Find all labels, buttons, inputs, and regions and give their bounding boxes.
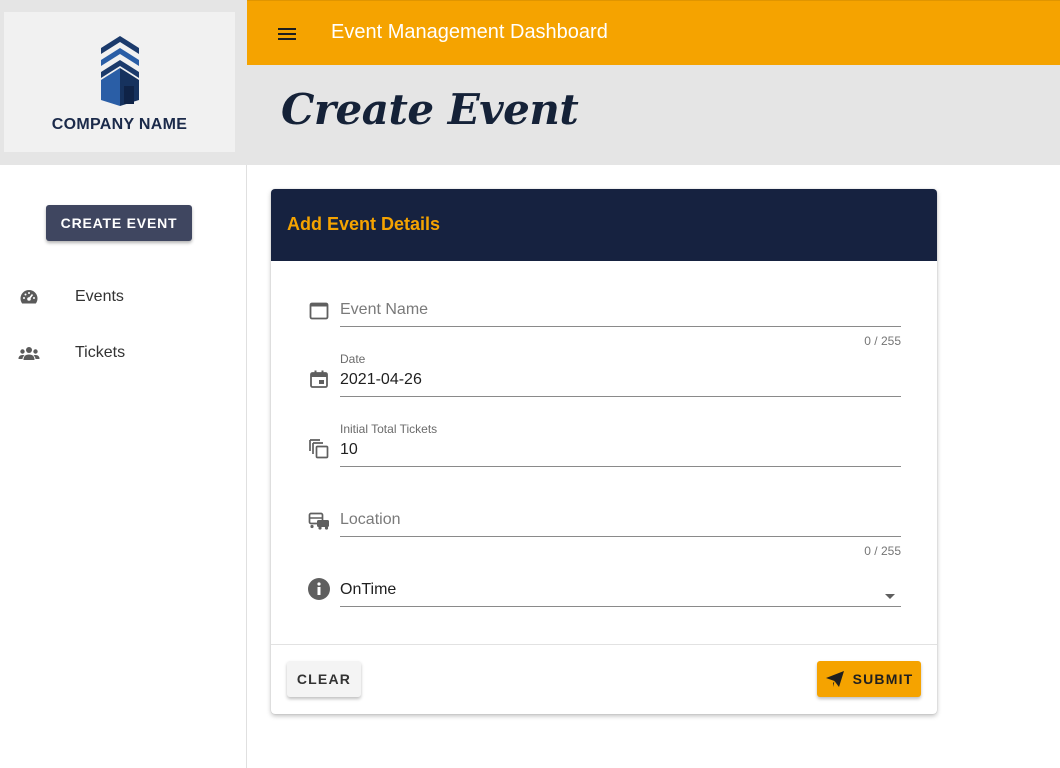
dropdown-arrow-icon[interactable] bbox=[885, 587, 895, 605]
dashboard-gauge-icon bbox=[18, 286, 40, 308]
input-underline bbox=[340, 466, 901, 467]
page-header: Create Event bbox=[247, 65, 1060, 165]
location-input[interactable]: Location bbox=[340, 511, 401, 529]
tickets-input[interactable]: 10 bbox=[340, 441, 358, 459]
input-underline bbox=[340, 326, 901, 327]
submit-label: SUBMIT bbox=[852, 671, 914, 687]
status-select[interactable]: OnTime bbox=[307, 577, 901, 609]
card-title: Add Event Details bbox=[287, 214, 441, 234]
tickets-label: Initial Total Tickets bbox=[340, 422, 438, 436]
date-input[interactable]: 2021-04-26 bbox=[340, 371, 422, 389]
info-icon bbox=[307, 577, 331, 601]
location-field[interactable]: Location 0 / 255 bbox=[307, 507, 901, 559]
company-name: COMPANY NAME bbox=[51, 116, 188, 133]
window-icon bbox=[307, 299, 331, 323]
submit-button[interactable]: SUBMIT bbox=[817, 661, 921, 697]
event-name-input[interactable]: Event Name bbox=[340, 301, 428, 319]
copy-icon bbox=[307, 437, 331, 461]
char-counter: 0 / 255 bbox=[864, 334, 901, 348]
event-form-card: Add Event Details Event Name 0 / 255 Dat… bbox=[271, 189, 937, 714]
sidebar-item-label: Events bbox=[75, 288, 124, 305]
date-field[interactable]: Date 2021-04-26 bbox=[307, 352, 901, 398]
tickets-field[interactable]: Initial Total Tickets 10 bbox=[307, 422, 901, 468]
sidebar-item-label: Tickets bbox=[75, 344, 126, 361]
char-counter: 0 / 255 bbox=[864, 544, 901, 558]
logo-area: COMPANY NAME bbox=[0, 0, 247, 165]
page-title: Create Event bbox=[281, 85, 579, 134]
input-underline bbox=[340, 606, 901, 607]
date-label: Date bbox=[340, 352, 366, 366]
company-logo: COMPANY NAME bbox=[4, 12, 235, 152]
building-logo-icon bbox=[100, 36, 139, 106]
hamburger-menu-icon[interactable] bbox=[275, 22, 299, 46]
input-underline bbox=[340, 396, 901, 397]
card-header: Add Event Details bbox=[271, 189, 937, 261]
input-underline bbox=[340, 536, 901, 537]
clear-button[interactable]: CLEAR bbox=[287, 661, 361, 697]
create-event-button[interactable]: CREATE EVENT bbox=[46, 205, 192, 241]
card-divider bbox=[271, 644, 937, 645]
sidebar: COMPANY NAME CREATE EVENT Events Tickets bbox=[0, 0, 247, 768]
send-icon bbox=[825, 669, 845, 689]
app-title: Event Management Dashboard bbox=[331, 21, 608, 43]
calendar-icon bbox=[307, 367, 331, 391]
bus-icon bbox=[307, 509, 331, 533]
sidebar-item-events[interactable]: Events bbox=[0, 273, 246, 321]
top-app-bar: Event Management Dashboard bbox=[247, 0, 1060, 65]
sidebar-item-tickets[interactable]: Tickets bbox=[0, 329, 246, 377]
event-name-field[interactable]: Event Name 0 / 255 bbox=[307, 297, 901, 349]
users-group-icon bbox=[18, 342, 40, 364]
status-value[interactable]: OnTime bbox=[340, 581, 396, 599]
